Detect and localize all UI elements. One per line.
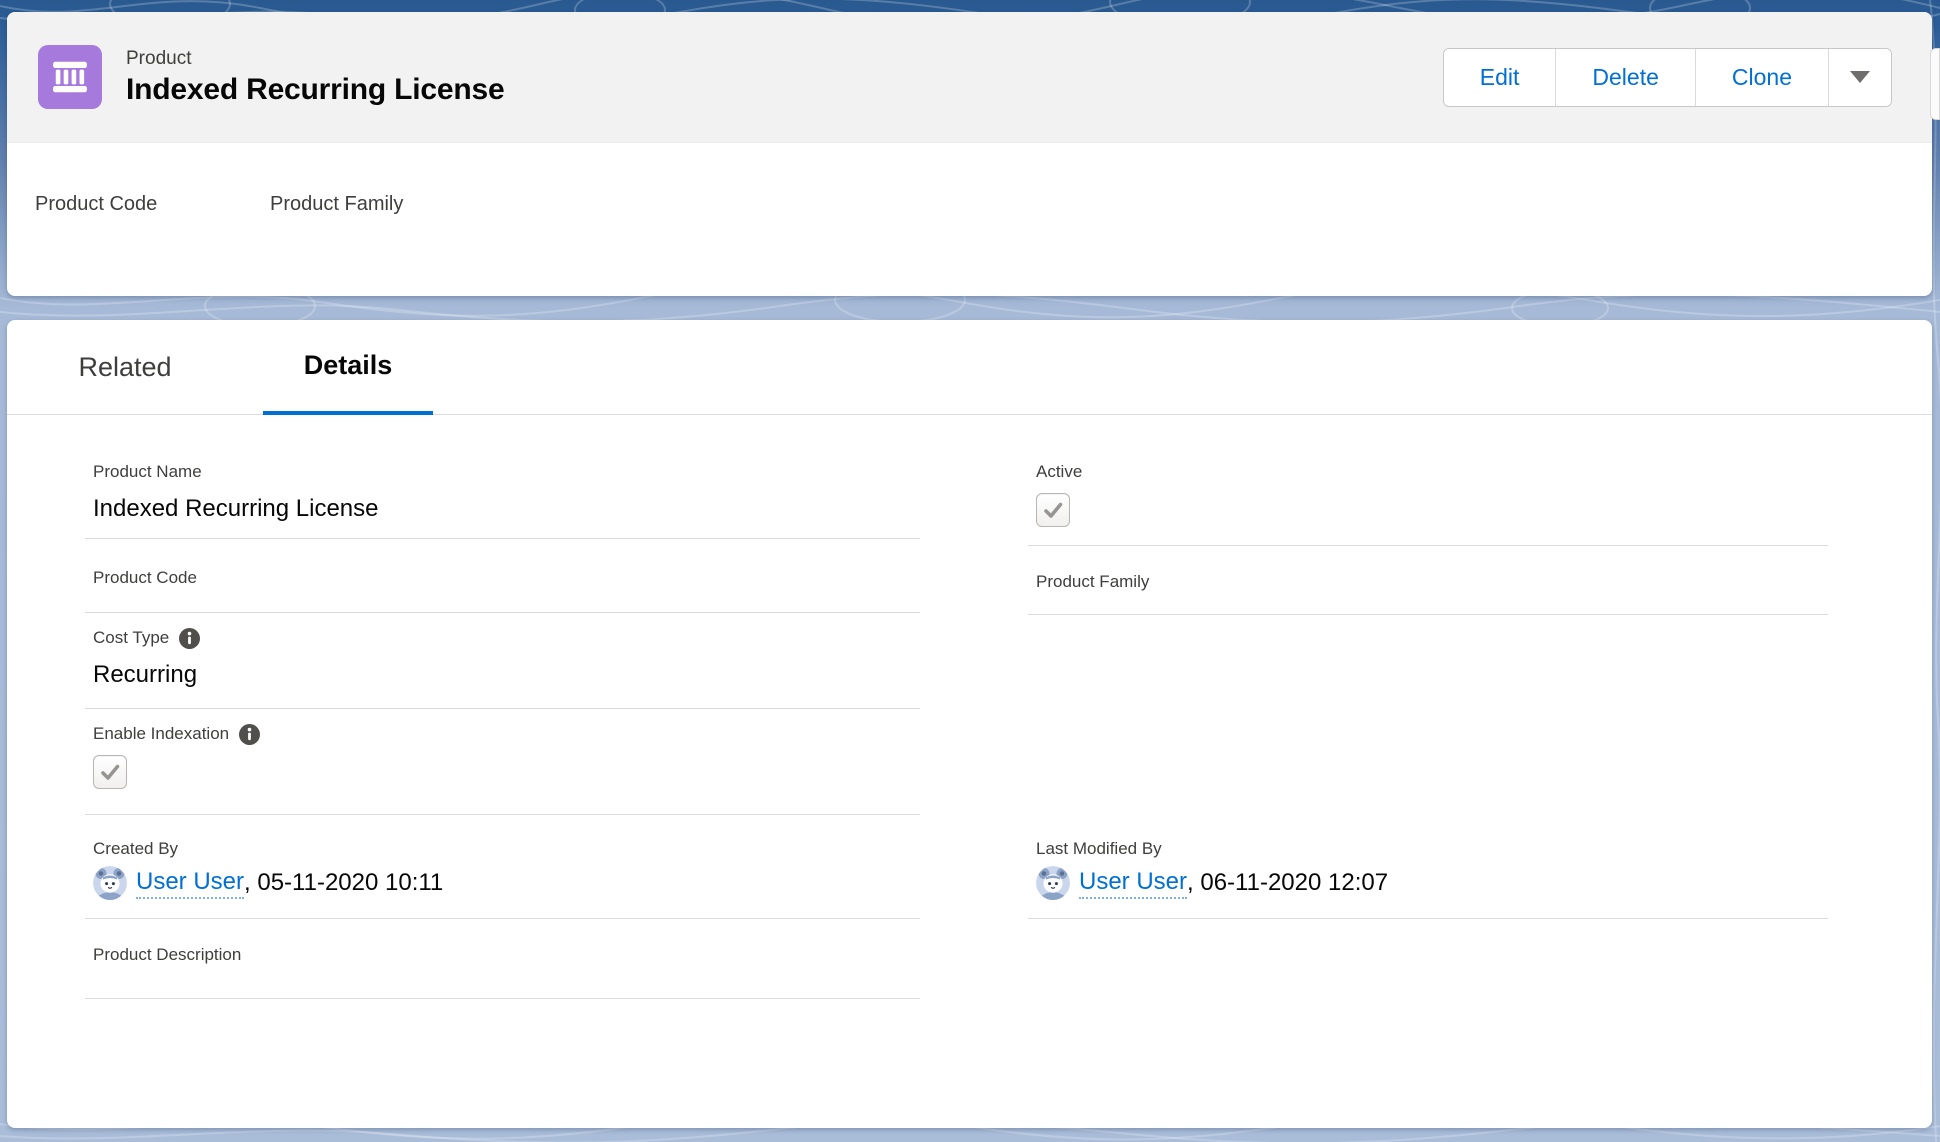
created-by-datetime: , 05-11-2020 10:11 bbox=[244, 868, 443, 898]
record-header: Product Indexed Recurring License Edit D… bbox=[7, 12, 1932, 143]
field-label: Enable Indexation bbox=[93, 723, 229, 745]
last-modified-by-user-link[interactable]: User User bbox=[1079, 867, 1187, 899]
field-label: Product Family bbox=[1036, 571, 1149, 593]
checkmark-icon bbox=[98, 760, 122, 784]
details-right-column: Active Product Family Last Modified By bbox=[1028, 415, 1828, 919]
field-enable-indexation: Enable Indexation bbox=[85, 709, 920, 815]
user-avatar[interactable] bbox=[1036, 866, 1070, 900]
highlight-product-code: Product Code bbox=[35, 191, 270, 243]
field-label: Product Description bbox=[93, 944, 241, 966]
field-value: Indexed Recurring License bbox=[85, 493, 920, 524]
object-label: Product bbox=[126, 47, 504, 71]
clone-button[interactable]: Clone bbox=[1695, 49, 1828, 106]
created-by-user-link[interactable]: User User bbox=[136, 867, 244, 899]
field-product-description: Product Description bbox=[85, 919, 920, 999]
details-form: Product Name Indexed Recurring License P… bbox=[7, 415, 1932, 999]
column-spacer bbox=[1028, 615, 1828, 815]
record-action-group: Edit Delete Clone bbox=[1443, 48, 1892, 107]
last-modified-datetime: , 06-11-2020 12:07 bbox=[1187, 868, 1388, 898]
scrollbar-thumb[interactable] bbox=[1930, 48, 1940, 120]
tab-related[interactable]: Related bbox=[40, 320, 210, 415]
field-value bbox=[270, 217, 403, 243]
record-header-card: Product Indexed Recurring License Edit D… bbox=[7, 12, 1932, 296]
field-value bbox=[35, 217, 270, 243]
field-active: Active bbox=[1028, 415, 1828, 546]
user-avatar[interactable] bbox=[93, 866, 127, 900]
chevron-down-icon bbox=[1850, 71, 1870, 83]
details-left-column: Product Name Indexed Recurring License P… bbox=[85, 415, 920, 999]
info-icon[interactable] bbox=[239, 724, 260, 745]
record-detail-card: Related Details Product Name Indexed Rec… bbox=[7, 320, 1932, 1128]
tab-details[interactable]: Details bbox=[263, 320, 433, 415]
field-product-family: Product Family bbox=[1028, 546, 1828, 615]
field-label: Active bbox=[1036, 461, 1082, 483]
page: Product Indexed Recurring License Edit D… bbox=[0, 0, 1940, 1142]
active-checkbox[interactable] bbox=[1036, 493, 1070, 527]
record-titles: Product Indexed Recurring License bbox=[126, 47, 504, 108]
field-label: Product Code bbox=[35, 191, 270, 217]
highlight-product-family: Product Family bbox=[270, 191, 403, 243]
field-created-by: Created By bbox=[85, 815, 920, 919]
field-label: Product Code bbox=[93, 567, 197, 589]
field-label: Last Modified By bbox=[1036, 838, 1162, 860]
checkmark-icon bbox=[1041, 498, 1065, 522]
field-label: Product Family bbox=[270, 191, 403, 217]
field-value: Recurring bbox=[85, 659, 920, 690]
highlights-panel: Product Code Product Family bbox=[7, 143, 1932, 243]
delete-button[interactable]: Delete bbox=[1555, 49, 1694, 106]
field-product-code: Product Code bbox=[85, 539, 920, 613]
field-product-name: Product Name Indexed Recurring License bbox=[85, 415, 920, 539]
more-actions-button[interactable] bbox=[1828, 49, 1891, 106]
field-label: Product Name bbox=[93, 461, 202, 483]
field-label: Created By bbox=[93, 838, 178, 860]
field-last-modified-by: Last Modified By bbox=[1028, 815, 1828, 919]
record-title: Indexed Recurring License bbox=[126, 71, 504, 108]
product-object-icon bbox=[38, 45, 102, 109]
field-label: Cost Type bbox=[93, 627, 169, 649]
info-icon[interactable] bbox=[179, 628, 200, 649]
field-cost-type: Cost Type Recurring bbox=[85, 613, 920, 709]
enable-indexation-checkbox[interactable] bbox=[93, 755, 127, 789]
edit-button[interactable]: Edit bbox=[1444, 49, 1556, 106]
tab-bar: Related Details bbox=[7, 320, 1932, 415]
